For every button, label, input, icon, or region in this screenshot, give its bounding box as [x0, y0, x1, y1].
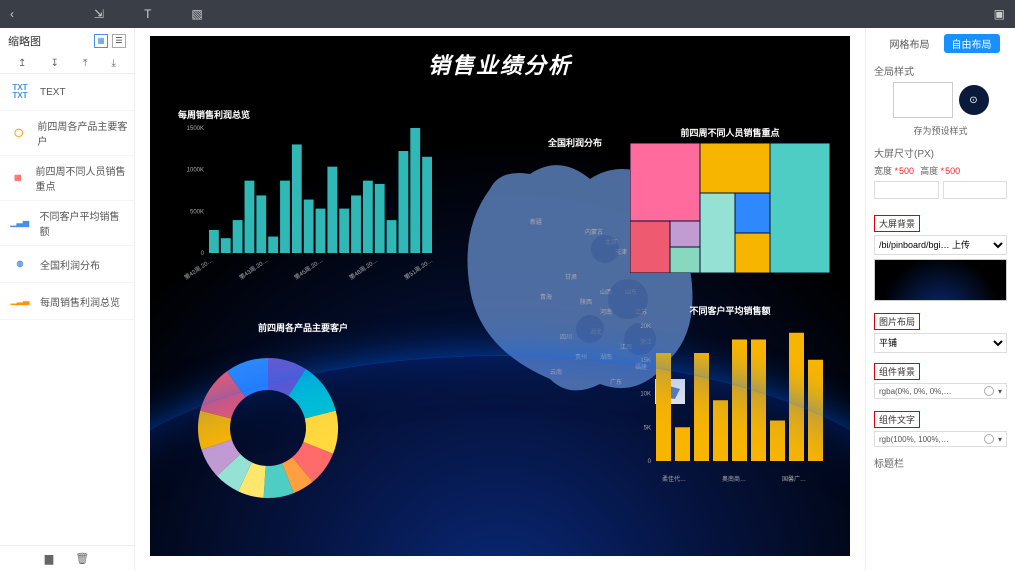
chart-treemap[interactable]: 前四周不同人员销售重点: [630, 126, 830, 278]
thumb-item[interactable]: ◍全国利润分布: [0, 246, 134, 283]
chart-weekly-bar[interactable]: 每周销售利润总览 1500K1000K500K0第42周.20…第43周.20……: [178, 108, 438, 298]
svg-text:贵州: 贵州: [575, 353, 587, 361]
svg-text:青海: 青海: [540, 293, 552, 301]
image-tool-icon[interactable]: ▧: [191, 7, 202, 21]
comp-bg-color[interactable]: rgba(0%, 0%, 0%,…▾: [874, 383, 1007, 399]
back-icon[interactable]: ‹: [10, 7, 14, 21]
move-down-icon[interactable]: ↧: [51, 58, 59, 69]
svg-text:5K: 5K: [644, 425, 651, 431]
svg-text:河南: 河南: [600, 308, 612, 316]
bg-label: 大屏背景: [874, 215, 920, 232]
sidebar-actions: ↥ ↧ ⤒ ⤓: [0, 54, 134, 74]
svg-text:第42周.20…: 第42周.20…: [183, 256, 215, 281]
move-top-icon[interactable]: ⤒: [83, 58, 87, 69]
svg-text:15K: 15K: [640, 358, 651, 364]
svg-text:20K: 20K: [640, 324, 651, 330]
global-style-label: 全局样式: [874, 63, 1007, 78]
save-preset-button[interactable]: 存为预设样式: [874, 124, 1007, 137]
svg-text:广东: 广东: [610, 378, 622, 386]
height-input[interactable]: [943, 181, 1008, 199]
svg-text:国馨广…: 国馨广…: [782, 475, 806, 483]
svg-text:500K: 500K: [190, 209, 204, 215]
topbar: ‹ ⇲ T ▧ ▣: [0, 0, 1015, 28]
comp-bg-label: 组件背景: [874, 363, 920, 380]
tab-free-layout[interactable]: 自由布局: [944, 34, 1000, 53]
svg-text:1000K: 1000K: [187, 168, 204, 174]
thumb-item[interactable]: ▁▂▃每周销售利润总览: [0, 283, 134, 320]
svg-text:0: 0: [201, 251, 205, 257]
comp-text-label: 组件文字: [874, 411, 920, 428]
svg-text:第51周.20…: 第51周.20…: [403, 256, 435, 281]
bg-select[interactable]: /bi/pinboard/bgi… 上传: [874, 235, 1007, 255]
canvas-area: 销售业绩分析 每周销售利润总览 1500K1000K500K0第42周.20…第…: [135, 28, 865, 571]
text-tool-icon[interactable]: T: [144, 7, 151, 21]
dashboard: 销售业绩分析 每周销售利润总览 1500K1000K500K0第42周.20…第…: [150, 36, 850, 556]
comp-text-color[interactable]: rgb(100%, 100%,…▾: [874, 431, 1007, 447]
bg-thumbnail[interactable]: [874, 259, 1007, 301]
trash-icon[interactable]: 🗑: [75, 552, 89, 565]
svg-text:1500K: 1500K: [187, 126, 204, 132]
thumb-item[interactable]: TXT TXTTEXT: [0, 74, 134, 111]
svg-text:第43周.20…: 第43周.20…: [238, 256, 270, 281]
move-up-icon[interactable]: ↥: [18, 58, 26, 69]
sidebar: 缩略图 ▦ ☰ ↥ ↧ ⤒ ⤓ TXT TXTTEXT◯前四周各产品主要客户▦前…: [0, 28, 135, 571]
chart-donut[interactable]: 前四周各产品主要客户: [178, 321, 428, 523]
svg-text:第45周.20…: 第45周.20…: [293, 256, 325, 281]
sidebar-title: 缩略图: [8, 33, 41, 49]
thumb-item[interactable]: ▁▃▅不同客户平均销售额: [0, 201, 134, 246]
dashboard-title: 销售业绩分析: [150, 36, 850, 86]
svg-text:奥南商…: 奥南商…: [722, 475, 746, 483]
chart-customer-bar[interactable]: 不同客户平均销售额 20K15K10K5K0柔佳代…奥南商…国馨广…: [630, 304, 830, 496]
thumb-item[interactable]: ▦前四周不同人员销售重点: [0, 156, 134, 201]
svg-text:10K: 10K: [640, 392, 651, 398]
width-input[interactable]: [874, 181, 939, 199]
folder-icon[interactable]: ▆: [45, 552, 53, 565]
img-layout-select[interactable]: 平铺: [874, 333, 1007, 353]
move-bottom-icon[interactable]: ⤓: [112, 58, 116, 69]
svg-text:湖南: 湖南: [600, 353, 612, 361]
svg-text:新疆: 新疆: [530, 218, 542, 226]
list-view-icon[interactable]: ☰: [112, 34, 126, 48]
svg-text:云南: 云南: [550, 368, 562, 376]
title-bar-label: 标题栏: [874, 455, 1007, 470]
svg-text:内蒙古: 内蒙古: [585, 228, 603, 236]
dim-title: 大屏尺寸(PX): [874, 145, 1007, 160]
svg-text:第48周.20…: 第48周.20…: [348, 256, 380, 281]
thumb-item[interactable]: ◯前四周各产品主要客户: [0, 111, 134, 156]
svg-text:柔佳代…: 柔佳代…: [662, 475, 686, 483]
img-layout-label: 图片布局: [874, 313, 920, 330]
svg-text:四川: 四川: [560, 334, 572, 341]
grid-view-icon[interactable]: ▦: [94, 34, 108, 48]
download-icon[interactable]: ⇲: [94, 7, 104, 21]
preview-box[interactable]: [893, 82, 953, 118]
right-panel: 网格布局 自由布局 全局样式 ⊙ 存为预设样式 大屏尺寸(PX) 宽度 *500…: [865, 28, 1015, 571]
tab-grid-layout[interactable]: 网格布局: [882, 34, 938, 53]
preview-play-button[interactable]: ⊙: [959, 85, 989, 115]
svg-text:0: 0: [648, 459, 652, 465]
present-icon[interactable]: ▣: [994, 7, 1005, 21]
svg-text:陕西: 陕西: [580, 298, 592, 306]
svg-text:甘肃: 甘肃: [565, 273, 577, 281]
